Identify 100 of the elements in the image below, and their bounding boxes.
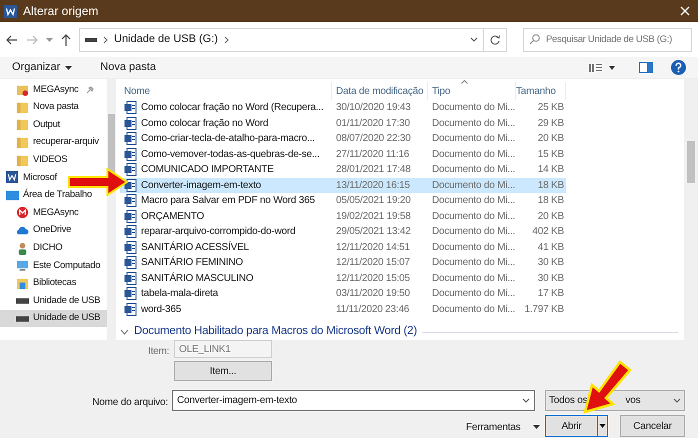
file-row[interactable]: SANITÁRIO FEMININO 12/11/2020 15:07 Documento do Mi... 30 KB [120,255,566,270]
file-name: SANITÁRIO FEMININO [141,255,243,270]
sidebar-item[interactable]: Unidade de USB [0,292,102,310]
organize-button[interactable]: Organizar [12,59,72,76]
tools-button[interactable]: Ferramentas [466,418,540,436]
column-header[interactable]: Data de modificação [332,82,428,100]
sidebar-item[interactable]: Este Computado [0,256,102,275]
size-cell-text: 1.797 KB [523,302,565,317]
sidebar-item[interactable]: DICHO [0,239,64,257]
word-document-icon [124,287,137,300]
split-dropdown-icon[interactable] [597,415,608,437]
close-icon[interactable] [680,6,690,16]
size-cell-text: 30 KB [536,256,565,270]
type-cell-text: Documento do Mi... [431,240,516,255]
refresh-icon[interactable] [483,28,507,52]
sidebar-item[interactable]: Área de Trabalho [0,186,93,204]
chevron-icon [103,36,108,44]
up-icon[interactable] [61,34,71,46]
file-row[interactable]: Como colocar fração no Word (Recupera... 30/10/2020 19:43 Documento do Mi... 25 KB [120,100,566,116]
item-field[interactable]: OLE_LINK1 [174,340,272,358]
type-cell-text: Documento do Mi... [431,287,516,302]
breadcrumb-item[interactable]: Unidade de USB (G:) [114,31,218,48]
folder-icon [16,118,29,132]
size-cell-text: 29 KB [536,116,565,131]
word-document-icon [124,302,137,316]
word-document-icon [124,178,137,192]
file-row[interactable]: reparar-arquivo-corrompido-do-word 29/05/2021 13:42 Documento do Mi... 402 KB [120,224,566,240]
date-cell-text: 12/11/2020 15:07 [335,256,411,270]
column-header[interactable]: Tipo [428,82,516,100]
preview-pane-icon[interactable] [639,62,653,73]
size-cell-text: 18 KB [536,178,565,193]
mega-icon [16,206,29,220]
file-row[interactable]: COMUNICADO IMPORTANTE 28/01/2021 17:48 Documento do Mi... 14 KB [120,162,566,178]
word-document-icon [124,163,137,176]
sidebar-item[interactable]: MEGAsync [0,81,95,99]
column-header[interactable]: Nome [120,82,332,100]
cancel-button[interactable]: Cancelar [620,415,685,437]
file-name: Converter-imagem-em-texto [141,178,262,193]
type-cell-text: Documento do Mi... [431,210,516,224]
sidebar-label: Unidade de USB [33,294,100,308]
sidebar-item[interactable]: Bibliotecas [0,274,78,292]
file-row[interactable]: word-365 11/11/2020 23:46 Documento do Mi... 1.797 KB [120,302,566,317]
sidebar-item[interactable]: MEGAsync [0,204,80,222]
folder-icon [16,154,29,167]
size-cell-text: 15 KB [536,148,565,162]
size-cell-text: 20 KB [536,132,565,146]
file-row[interactable]: Como-criar-tecla-de-atalho-para-macro... 08/07/2020 22:30 Documento do Mi... 20 KB [120,131,566,146]
file-row[interactable]: Como colocar fração no Word 01/11/2020 17:30 Documento do Mi... 29 KB [120,116,566,131]
collapse-chevron-icon[interactable] [120,328,129,335]
filename-label: Nome do arquivo: [91,396,168,410]
file-name: SANITÁRIO ACESSÍVEL [141,240,249,255]
desktop-icon [6,188,19,202]
file-row[interactable]: ORÇAMENTO 19/02/2021 19:58 Documento do Mi... 20 KB [120,208,566,224]
back-icon[interactable] [6,34,18,44]
sidebar-label: MEGAsync [33,82,79,97]
type-cell-text: Documento do Mi... [431,225,516,240]
date-cell-text: 01/11/2020 17:30 [335,116,411,131]
sidebar-item[interactable]: VIDEOS [0,151,68,169]
sidebar-label: OneDrive [33,223,72,238]
date-cell-text: 28/01/2021 17:48 [335,163,412,178]
window-title: Alterar origem [23,3,98,20]
sidebar-item[interactable]: Microsof [0,168,58,187]
sidebar-item[interactable]: recuperar-arquiv [0,134,100,152]
sidebar-label: Output [33,118,60,132]
size-cell-text: 14 KB [536,163,565,178]
drive-icon [16,298,29,304]
group-header[interactable]: Documento Habilitado para Macros do Microsoft Word (2) [134,323,417,340]
open-button[interactable]: Abrir [545,415,598,437]
sidebar-item[interactable]: Output [0,116,62,134]
sidebar-item[interactable]: Nova pasta [0,98,80,116]
file-row[interactable]: SANITÁRIO MASCULINO 12/11/2020 15:05 Documento do Mi... 30 KB [120,270,566,286]
file-name: word-365 [141,302,182,317]
sidebar-label: Este Computado [33,258,100,273]
item-button[interactable]: Item... [174,361,272,381]
type-cell-text: Documento do Mi... [431,256,516,270]
column-header[interactable]: Tamanho [516,82,566,100]
dropdown-icon[interactable] [522,398,530,403]
file-row[interactable]: Macro para Salvar em PDF no Word 365 05/05/2021 19:20 Documento do Mi... 18 KB [120,193,566,208]
file-row[interactable]: Como-vemover-todas-as-quebras-de-se... 27/11/2020 11:16 Documento do Mi... 15 KB [120,146,566,162]
sidebar-label: recuperar-arquiv [33,135,99,150]
sidebar-label: Nova pasta [33,100,79,114]
sidebar-item[interactable]: OneDrive [0,222,72,240]
file-row[interactable]: SANITÁRIO ACESSÍVEL 12/11/2020 14:51 Documento do Mi... 41 KB [120,240,566,255]
file-row[interactable]: tabela-mala-direta 03/11/2020 19:50 Documento do Mi... 17 KB [120,286,566,302]
sidebar-item[interactable]: Unidade de USB [0,310,107,328]
address-bar[interactable]: Unidade de USB (G:) [79,28,484,52]
type-cell-text: Documento do Mi... [431,163,516,178]
filename-field[interactable]: Converter-imagem-em-texto [172,390,535,411]
size-cell-text: 30 KB [536,272,565,286]
folder-icon [16,83,29,96]
help-icon[interactable] [671,60,686,75]
search-field[interactable]: Pesquisar Unidade de USB (G:) [523,28,692,52]
folder-icon [16,100,29,114]
file-row[interactable]: Converter-imagem-em-texto 13/11/2020 16:15 Documento do Mi... 18 KB [120,178,566,193]
date-cell-text: 29/05/2021 13:42 [335,225,412,240]
type-cell-text: Documento do Mi... [431,148,516,162]
date-cell-text: 03/11/2020 19:50 [335,287,411,302]
size-cell-text: 41 KB [536,240,565,255]
sidebar-label: MEGAsync [33,206,79,220]
new-folder-button[interactable]: Nova pasta [100,59,156,76]
